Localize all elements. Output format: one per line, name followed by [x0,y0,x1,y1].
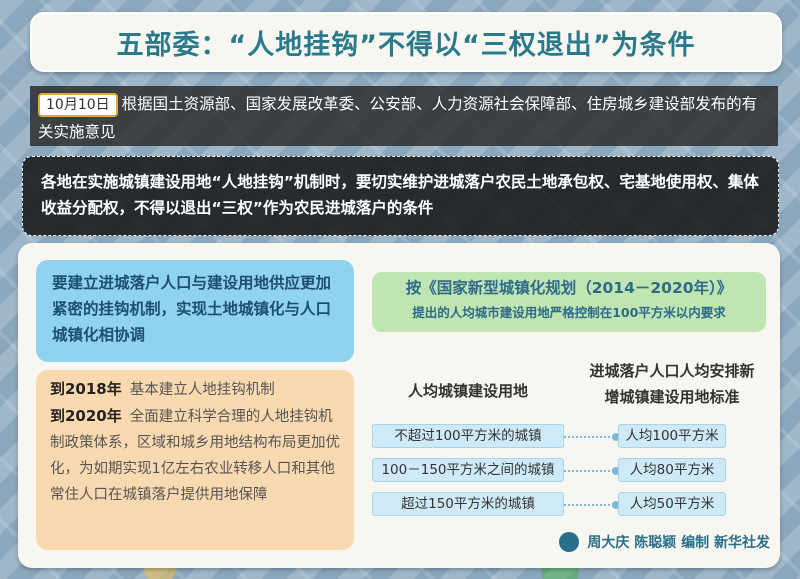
xinhua-logo-icon [559,532,580,552]
timeline-box: 到2018年 基本建立人地挂钩机制 到2020年 全面建立科学合理的人地挂钩机制政策… [36,370,354,550]
main-statement: 各地在实施城镇建设用地“人地挂钩”机制时，要切实维护进城落户农民土地承包权、宅基… [22,156,779,236]
table-row-right: 人均50平方米 [618,492,726,516]
page-title: 五部委：“人地挂钩”不得以“三权退出”为条件 [116,29,696,61]
plan-box: 按《国家新型城镇化规划（2014－2020年）》 提出的人均城市建设用地严格控制… [372,272,766,332]
table-row-right: 人均80平方米 [618,458,726,482]
intro-box: 10月10日 根据国土资源部、国家发展改革委、公安部、人力资源社会保障部、住房城乡… [30,86,778,146]
intro-text: 根据国土资源部、国家发展改革委、公安部、人力资源社会保障部、住房城乡建设部发布的… [38,95,758,141]
table-left-header: 人均城镇建设用地 [407,382,528,400]
table-row-left: 100－150平方米之间的城镇 [372,458,564,482]
plan-line2: 提出的人均城市建设用地严格控制在100平方米以内要求 [412,305,726,320]
date-tag: 10月10日 [38,93,118,117]
timeline-year: 到2020年 [50,407,122,425]
infographic: 五部委：“人地挂钩”不得以“三权退出”为条件 10月10日 根据国土资源部、国家发… [0,0,800,579]
table-row-right: 人均100平方米 [618,424,726,448]
table-row-left: 超过150平方米的城镇 [372,492,564,516]
row-connector [564,467,620,475]
plan-line1: 按《国家新型城镇化规划（2014－2020年）》 [405,279,733,297]
credit-text: 周大庆 陈聪颖 编制 新华社发 [587,535,770,551]
requirement-box: 要建立进城落户人口与建设用地供应更加紧密的挂钩机制，实现土地城镇化与人口城镇化相… [36,260,354,362]
timeline-item: 到2020年 全面建立科学合理的人地挂钩机制政策体系，区域和城乡用地结构布局更加优… [50,403,340,508]
credit-line: 周大庆 陈聪颖 编制 新华社发 [559,532,770,552]
timeline-year: 到2018年 [50,380,122,398]
title-bar: 五部委：“人地挂钩”不得以“三权退出”为条件 [30,12,782,72]
row-connector [564,501,620,509]
table-row-left: 不超过100平方米的城镇 [372,424,564,448]
timeline-text: 基本建立人地挂钩机制 [129,382,275,398]
row-connector [564,433,620,441]
timeline-item: 到2018年 基本建立人地挂钩机制 [50,376,340,403]
table-right-header: 进城落户人口人均安排新增城镇建设用地标准 [589,362,755,406]
